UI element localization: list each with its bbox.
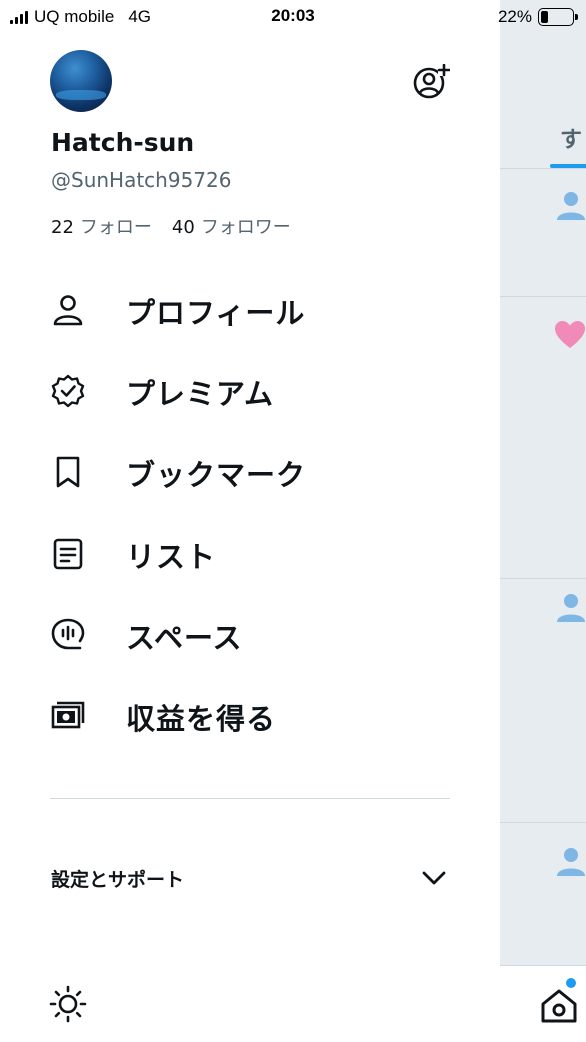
menu-item-spaces[interactable]: スペース (0, 595, 500, 675)
settings-and-support-label: 設定とサポート (51, 869, 185, 891)
default-avatar-icon[interactable] (556, 190, 586, 220)
menu-item-premium[interactable]: プレミアム (0, 351, 500, 431)
chevron-down-icon (422, 871, 446, 885)
default-avatar-icon[interactable] (556, 846, 586, 876)
navigation-drawer: Hatch-sun @SunHatch95726 22 フォロー 40 フォロワー … (0, 0, 500, 1042)
followers-count: 40 (171, 217, 195, 238)
money-icon (51, 701, 85, 729)
status-bar: UQ mobile 4G 20:03 22% (0, 0, 586, 34)
following-label: フォロー (79, 217, 152, 238)
menu-item-lists[interactable]: リスト (0, 514, 500, 594)
home-icon[interactable] (540, 988, 578, 1024)
followers-label: フォロワー (200, 217, 291, 238)
verified-badge-icon (51, 374, 85, 408)
menu-item-profile[interactable]: プロフィール (0, 270, 500, 350)
feed-divider (500, 296, 586, 297)
default-avatar-icon[interactable] (556, 592, 586, 622)
feed-divider (500, 578, 586, 579)
menu-item-label: 収益を得る (126, 702, 277, 736)
settings-and-support-toggle[interactable]: 設定とサポート (0, 850, 500, 906)
following-count: 22 (51, 217, 74, 238)
bookmark-icon (56, 456, 80, 488)
list-icon (53, 538, 83, 570)
feed-divider (500, 822, 586, 823)
user-handle[interactable]: @SunHatch95726 (51, 168, 231, 192)
divider (50, 798, 450, 799)
menu-item-label: プロフィール (126, 296, 306, 330)
follow-stats: 22 フォロー 40 フォロワー (51, 213, 291, 239)
status-right: 22% (497, 7, 578, 27)
background-timeline: す (500, 0, 586, 1042)
person-icon (53, 295, 83, 326)
avatar[interactable] (50, 50, 112, 112)
feed-divider (500, 168, 586, 169)
menu-item-label: リスト (126, 540, 217, 574)
timeline-tab-partial[interactable]: す (560, 122, 582, 154)
menu-item-label: ブックマーク (126, 458, 307, 492)
heart-icon[interactable] (554, 320, 586, 350)
notification-dot (566, 978, 576, 988)
menu-item-label: プレミアム (126, 377, 274, 411)
menu-item-monetization[interactable]: 収益を得る (0, 676, 500, 756)
bottom-tab-bar (500, 965, 586, 1042)
following-link[interactable]: 22 フォロー (51, 213, 152, 239)
display-name[interactable]: Hatch-sun (51, 128, 194, 157)
sun-icon[interactable] (48, 984, 88, 1024)
battery-percent: 22% (497, 7, 532, 26)
followers-link[interactable]: 40 フォロワー (172, 213, 291, 239)
menu-item-bookmarks[interactable]: ブックマーク (0, 432, 500, 512)
add-account-icon[interactable] (412, 64, 450, 100)
battery-icon (538, 8, 578, 26)
menu-item-label: スペース (126, 621, 243, 655)
spaces-mic-icon (51, 618, 85, 650)
